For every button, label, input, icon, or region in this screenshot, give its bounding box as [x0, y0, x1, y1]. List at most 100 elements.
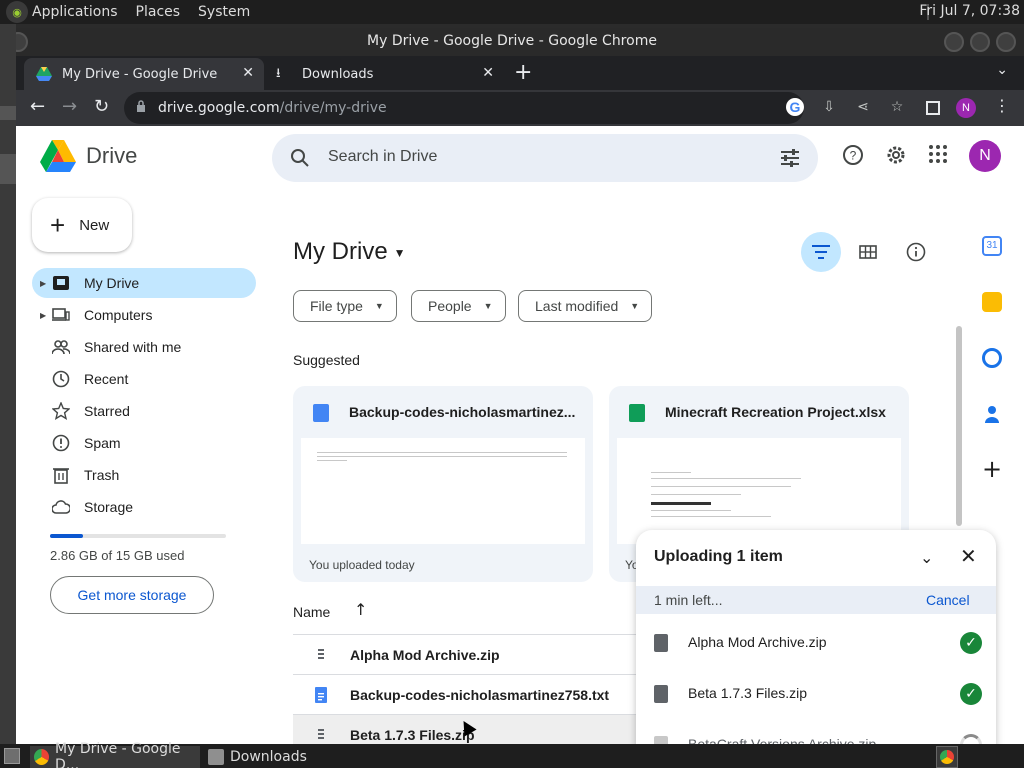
search-options-icon[interactable] — [780, 149, 800, 167]
sidebar-item-trash[interactable]: Trash — [32, 460, 256, 490]
account-avatar[interactable]: N — [969, 140, 1001, 172]
maximize-button[interactable] — [970, 32, 990, 52]
desktop-top-panel: ◉ Applications Places System Fri Jul 7, … — [0, 0, 1024, 24]
window-menu-button[interactable] — [16, 32, 28, 52]
close-tab-icon[interactable]: ✕ — [242, 65, 254, 81]
sort-ascending-icon[interactable]: ↑ — [354, 600, 367, 619]
star-icon — [52, 402, 70, 420]
tray-chrome-icon[interactable] — [936, 746, 958, 768]
scrollbar-thumb[interactable] — [956, 326, 962, 526]
upload-item[interactable]: BetaCraft Versions Archive.zip — [636, 720, 996, 744]
tab-my-drive[interactable]: My Drive - Google Drive ✕ — [24, 58, 264, 90]
expand-caret-icon[interactable]: ▶ — [40, 279, 46, 288]
contacts-icon[interactable] — [982, 404, 1002, 424]
my-drive-icon — [53, 276, 69, 290]
upload-complete-check-icon: ✓ — [960, 683, 982, 705]
time-remaining: 1 min left... — [654, 592, 723, 608]
applications-menu[interactable]: Applications — [32, 4, 118, 20]
tab-label: My Drive - Google Drive — [62, 66, 218, 82]
filter-chip-last-modified[interactable]: Last modified ▼ — [518, 290, 653, 322]
storage-used-text: 2.86 GB of 15 GB used — [50, 548, 185, 563]
sidebar-item-storage[interactable]: Storage — [32, 492, 256, 522]
details-button[interactable] — [896, 232, 936, 272]
table-row[interactable]: Alpha Mod Archive.zip — [293, 634, 673, 674]
new-button[interactable]: + New — [32, 198, 132, 252]
show-desktop-icon[interactable] — [4, 748, 20, 764]
window-close-button[interactable] — [996, 32, 1016, 52]
page-title[interactable]: My Drive ▼ — [293, 238, 406, 266]
window-titlebar[interactable]: My Drive - Google Drive - Google Chrome — [16, 28, 1024, 56]
search-bar[interactable]: Search in Drive — [272, 134, 818, 182]
upload-item-name: Beta 1.7.3 Files.zip — [688, 685, 808, 701]
minimize-button[interactable] — [944, 32, 964, 52]
places-menu[interactable]: Places — [136, 4, 181, 20]
table-row[interactable]: Backup-codes-nicholasmartinez758.txt — [293, 674, 673, 714]
sidebar-item-shared[interactable]: Shared with me — [32, 332, 256, 362]
filter-chip-file-type[interactable]: File type ▼ — [293, 290, 397, 322]
shared-icon — [52, 340, 70, 355]
preview-text-line — [651, 486, 791, 487]
filter-chip-people[interactable]: People ▼ — [411, 290, 506, 322]
install-app-icon[interactable]: ⇩ — [820, 98, 838, 116]
search-input[interactable]: Search in Drive — [328, 148, 437, 166]
drive-page: Drive Search in Drive ? N + New ▶ My Dri… — [16, 126, 1024, 744]
keep-icon[interactable] — [982, 292, 1002, 312]
sidebar-item-starred[interactable]: Starred — [32, 396, 256, 426]
drive-logo[interactable]: Drive — [40, 140, 137, 172]
taskbar-item-downloads[interactable]: Downloads — [204, 746, 307, 768]
chevron-down-icon: ▼ — [483, 301, 493, 311]
clock[interactable]: Fri Jul 7, 07:38 — [919, 3, 1020, 19]
collapse-chevron-icon[interactable]: ⌄ — [920, 548, 933, 567]
sidebar-item-recent[interactable]: Recent — [32, 364, 256, 394]
calendar-icon[interactable]: 31 — [982, 236, 1002, 256]
tab-downloads[interactable]: ⭳ Downloads ✕ — [264, 58, 504, 90]
sidebar-item-label: Recent — [84, 371, 129, 387]
chrome-window: My Drive - Google Drive - Google Chrome … — [16, 28, 1024, 744]
upload-item[interactable]: Beta 1.7.3 Files.zip ✓ — [636, 669, 996, 719]
forward-icon[interactable]: → — [62, 96, 77, 117]
preview-text-line — [317, 456, 567, 457]
upload-panel-title: Uploading 1 item — [654, 548, 783, 565]
system-menu[interactable]: System — [198, 4, 250, 20]
chrome-menu-icon[interactable]: ⋮ — [994, 96, 1010, 115]
filter-view-button[interactable] — [801, 232, 841, 272]
upload-status-bar: 1 min left... Cancel — [636, 586, 996, 614]
add-addon-icon[interactable]: + — [982, 457, 1002, 481]
zip-file-icon — [654, 634, 668, 652]
back-icon[interactable]: ← — [30, 96, 45, 117]
address-bar[interactable]: drive.google.com/drive/my-drive — [124, 92, 804, 124]
new-tab-icon[interactable]: + — [514, 60, 532, 85]
help-icon[interactable]: ? — [842, 144, 864, 166]
chevron-down-icon: ▼ — [374, 301, 384, 311]
apps-grid-icon[interactable] — [928, 144, 948, 164]
upload-item[interactable]: Alpha Mod Archive.zip ✓ — [636, 618, 996, 668]
chrome-profile-avatar[interactable]: N — [956, 98, 976, 118]
table-row[interactable]: Beta 1.7.3 Files.zip — [293, 714, 673, 744]
settings-gear-icon[interactable] — [885, 144, 907, 166]
taskbar-item-label: Downloads — [230, 749, 307, 765]
search-icon[interactable] — [290, 148, 310, 168]
name-column-header[interactable]: Name — [293, 604, 330, 620]
google-lens-icon[interactable]: G — [786, 98, 804, 116]
title-dropdown-icon[interactable]: ▼ — [394, 246, 406, 260]
cancel-upload-button[interactable]: Cancel — [926, 592, 970, 608]
sidebar-item-my-drive[interactable]: ▶ My Drive — [32, 268, 256, 298]
bookmark-star-icon[interactable]: ☆ — [888, 98, 906, 116]
tab-search-icon[interactable]: ⌄ — [996, 62, 1008, 78]
reload-icon[interactable]: ↻ — [94, 96, 109, 117]
share-icon[interactable]: ⋖ — [854, 98, 872, 116]
grid-view-button[interactable] — [848, 232, 888, 272]
expand-caret-icon[interactable]: ▶ — [40, 311, 46, 320]
sidebar-item-spam[interactable]: Spam — [32, 428, 256, 458]
os-logo-icon[interactable]: ◉ — [6, 1, 28, 23]
sidebar-item-label: Computers — [84, 307, 153, 323]
get-more-storage-button[interactable]: Get more storage — [50, 576, 214, 614]
close-icon[interactable]: ✕ — [960, 544, 977, 568]
sidebar-item-computers[interactable]: ▶ Computers — [32, 300, 256, 330]
suggested-card[interactable]: Backup-codes-nicholasmartinez... You upl… — [293, 386, 593, 582]
close-tab-icon[interactable]: ✕ — [482, 65, 494, 81]
sidebar-nav: ▶ My Drive ▶ Computers Shared with me Re… — [32, 268, 256, 524]
tasks-icon[interactable] — [982, 348, 1002, 368]
taskbar-item-chrome[interactable]: My Drive - Google D... — [30, 741, 200, 768]
side-panel-icon[interactable] — [926, 101, 940, 115]
